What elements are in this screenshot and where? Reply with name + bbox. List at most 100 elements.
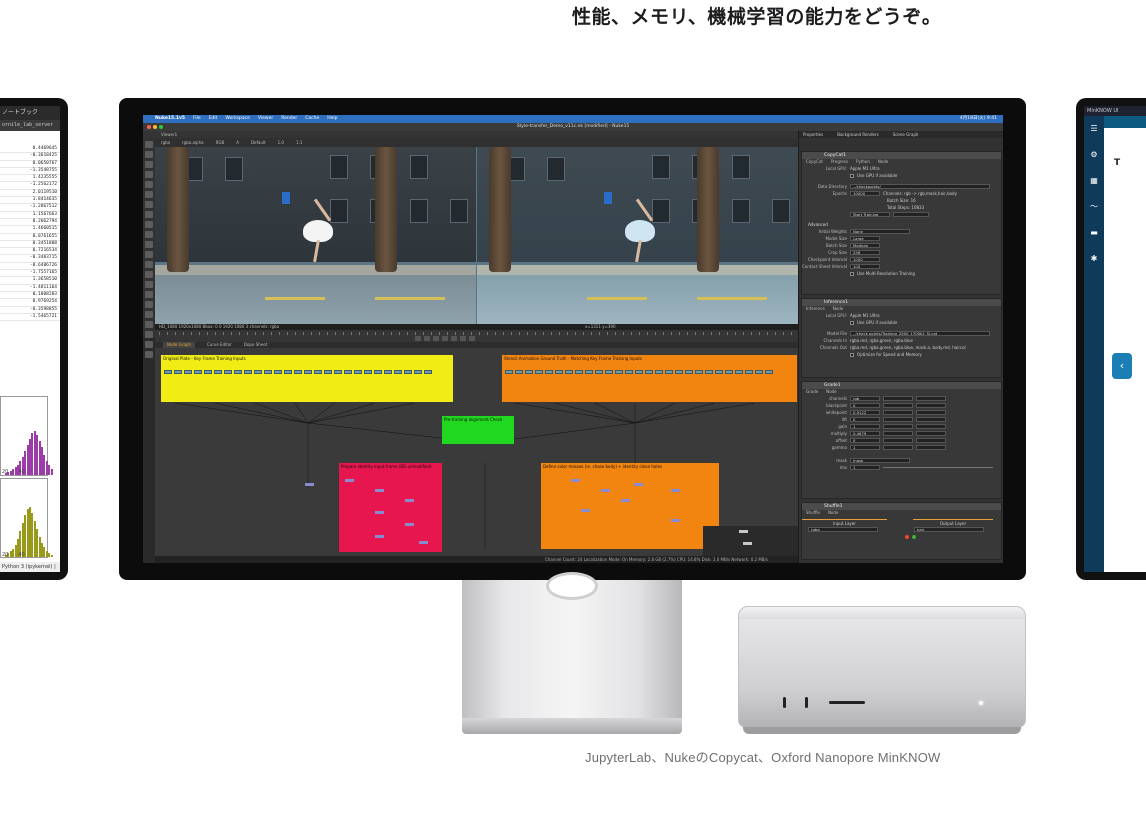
read-node[interactable]: [615, 370, 623, 374]
read-node[interactable]: [174, 370, 182, 374]
tool-icon[interactable]: [145, 251, 153, 258]
backdrop-original-plate[interactable]: Original Plate - Key Frame Training Inpu…: [161, 355, 453, 402]
grade-channel-field[interactable]: [916, 431, 946, 436]
output-layer-select[interactable]: hair: [914, 527, 984, 532]
tool-icon[interactable]: [145, 231, 153, 238]
model-size-select[interactable]: Large: [850, 236, 880, 241]
read-node[interactable]: [665, 370, 673, 374]
read-node[interactable]: [214, 370, 222, 374]
read-node[interactable]: [625, 370, 633, 374]
viewer-control[interactable]: 1.0: [278, 138, 284, 147]
read-node[interactable]: [334, 370, 342, 374]
gear-icon[interactable]: ✱: [1084, 246, 1104, 272]
grade-channel-field[interactable]: [883, 410, 913, 415]
read-node[interactable]: [565, 370, 573, 374]
advanced-section[interactable]: Advanced: [802, 221, 828, 228]
menu-item[interactable]: Nuke15.1v5: [155, 115, 185, 123]
menu-item[interactable]: File: [193, 115, 201, 123]
green-channel-icon[interactable]: [912, 534, 916, 539]
grade-value-field[interactable]: 0: [850, 403, 880, 408]
grade-value-field[interactable]: rgb: [850, 396, 880, 401]
grade-channel-field[interactable]: [916, 396, 946, 401]
tool-icon[interactable]: [145, 341, 153, 348]
read-node[interactable]: [374, 370, 382, 374]
read-node[interactable]: [505, 370, 513, 374]
grade-channel-field[interactable]: [883, 424, 913, 429]
node[interactable]: [634, 483, 643, 486]
prev-key-icon[interactable]: [424, 336, 430, 341]
input-layer-select[interactable]: rgba: [808, 527, 878, 532]
read-node[interactable]: [194, 370, 202, 374]
grade-channel-field[interactable]: [883, 431, 913, 436]
read-node[interactable]: [314, 370, 322, 374]
settings-icon[interactable]: ⚙: [1084, 142, 1104, 168]
tool-icon[interactable]: [145, 281, 153, 288]
resume-button[interactable]: [893, 212, 929, 217]
play-icon[interactable]: [451, 336, 457, 341]
grade-value-field[interactable]: 0: [850, 417, 880, 422]
read-node[interactable]: [394, 370, 402, 374]
read-node[interactable]: [715, 370, 723, 374]
read-node[interactable]: [605, 370, 613, 374]
tool-icon[interactable]: [145, 351, 153, 358]
backdrop-alignment-check[interactable]: Pre-training alignment Check: [442, 416, 514, 444]
epochs-field[interactable]: 10000: [850, 191, 880, 196]
grade-channel-field[interactable]: [883, 396, 913, 401]
grade-channel-field[interactable]: [916, 424, 946, 429]
tool-icon[interactable]: [145, 241, 153, 248]
read-node[interactable]: [164, 370, 172, 374]
use-gpu-checkbox[interactable]: [850, 173, 854, 178]
read-node[interactable]: [765, 370, 773, 374]
tab-scene-graph[interactable]: Scene Graph: [893, 131, 919, 138]
grade-value-field[interactable]: 1: [850, 445, 880, 450]
grade-value-field[interactable]: 0: [850, 438, 880, 443]
menu-item[interactable]: Render: [281, 115, 297, 123]
grade-header[interactable]: Grade1: [802, 382, 1001, 389]
read-node[interactable]: [244, 370, 252, 374]
read-node[interactable]: [284, 370, 292, 374]
tool-icon[interactable]: [145, 291, 153, 298]
read-node[interactable]: [705, 370, 713, 374]
read-node[interactable]: [585, 370, 593, 374]
shuffle-header[interactable]: Shuffle1: [802, 503, 1001, 510]
tool-icon[interactable]: [145, 311, 153, 318]
grade-channel-field[interactable]: [916, 403, 946, 408]
tool-icon[interactable]: [145, 161, 153, 168]
node-graph[interactable]: Original Plate - Key Frame Training Inpu…: [155, 348, 798, 556]
last-frame-icon[interactable]: [469, 336, 475, 341]
start-training-button[interactable]: Start Training: [850, 212, 890, 217]
tab-background-renders[interactable]: Background Renders: [837, 131, 878, 138]
menu-item[interactable]: Edit: [209, 115, 218, 123]
grade-channel-field[interactable]: [916, 445, 946, 450]
read-node[interactable]: [545, 370, 553, 374]
batch-size-select[interactable]: Medium: [850, 243, 880, 248]
use-gpu-checkbox[interactable]: [850, 320, 854, 325]
initial-weights-select[interactable]: None: [850, 229, 910, 234]
grade-value-field[interactable]: 0.4679: [850, 431, 880, 436]
tab-shuffle[interactable]: Shuffle: [806, 510, 820, 516]
model-file-field[interactable]: ../check points/Training_2500_1700k2_Sl.…: [850, 331, 990, 336]
tool-icon[interactable]: [145, 271, 153, 278]
message-icon[interactable]: ▬: [1084, 220, 1104, 246]
tool-icon[interactable]: [145, 181, 153, 188]
crop-size-select[interactable]: 256: [850, 250, 880, 255]
tool-icon[interactable]: [145, 151, 153, 158]
read-node[interactable]: [324, 370, 332, 374]
read-node[interactable]: [525, 370, 533, 374]
read-node[interactable]: [364, 370, 372, 374]
read-node[interactable]: [254, 370, 262, 374]
grade-channel-field[interactable]: [916, 410, 946, 415]
read-node[interactable]: [204, 370, 212, 374]
menu-item[interactable]: Help: [327, 115, 337, 123]
read-node[interactable]: [404, 370, 412, 374]
copycat-header[interactable]: CopyCat1: [802, 152, 1001, 159]
first-frame-icon[interactable]: [415, 336, 421, 341]
read-node[interactable]: [294, 370, 302, 374]
inference-header[interactable]: Inference1: [802, 299, 1001, 306]
read-node[interactable]: [645, 370, 653, 374]
read-node[interactable]: [224, 370, 232, 374]
grid-icon[interactable]: ▦: [1084, 168, 1104, 194]
timeline-ruler[interactable]: [159, 332, 794, 335]
tool-icon[interactable]: [145, 301, 153, 308]
play-back-icon[interactable]: [433, 336, 439, 341]
